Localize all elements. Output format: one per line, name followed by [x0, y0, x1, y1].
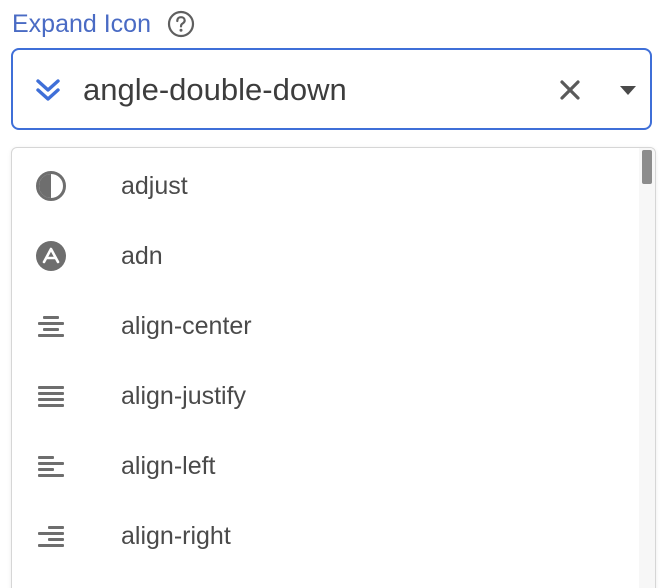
align-justify-icon: [35, 380, 67, 412]
adn-icon: [35, 240, 67, 272]
option-adn[interactable]: adn: [12, 218, 640, 288]
option-align-justify[interactable]: align-justify: [12, 358, 640, 428]
align-left-icon: [35, 450, 67, 482]
icon-dropdown-menu: adjust adn align-center align-justify al…: [11, 147, 656, 588]
option-align-center[interactable]: align-center: [12, 288, 640, 358]
option-adjust[interactable]: adjust: [12, 148, 640, 218]
option-label: adjust: [121, 172, 188, 200]
scrollbar-thumb[interactable]: [642, 150, 652, 184]
icon-select-input[interactable]: angle-double-down: [11, 48, 652, 130]
align-right-icon: [35, 520, 67, 552]
option-align-right[interactable]: align-right: [12, 498, 640, 568]
option-label: adn: [121, 242, 163, 270]
option-label: align-left: [121, 452, 216, 480]
clear-icon[interactable]: [558, 78, 582, 102]
option-label: align-right: [121, 522, 231, 550]
selected-value: angle-double-down: [83, 72, 347, 107]
caret-down-icon[interactable]: [617, 80, 639, 100]
field-label-row: Expand Icon: [12, 6, 195, 42]
option-label: align-justify: [121, 382, 247, 410]
dropdown-scrollbar[interactable]: [639, 148, 655, 588]
icon-select-field: Expand Icon angle-double-down adjust adn…: [0, 0, 670, 588]
question-circle-icon[interactable]: [167, 10, 195, 38]
option-label: align-center: [121, 312, 252, 340]
angle-double-down-icon: [33, 75, 63, 105]
align-center-icon: [35, 310, 67, 342]
adjust-icon: [35, 170, 67, 202]
option-align-left[interactable]: align-left: [12, 428, 640, 498]
option-list: adjust adn align-center align-justify al…: [12, 148, 640, 568]
field-label: Expand Icon: [12, 10, 151, 38]
